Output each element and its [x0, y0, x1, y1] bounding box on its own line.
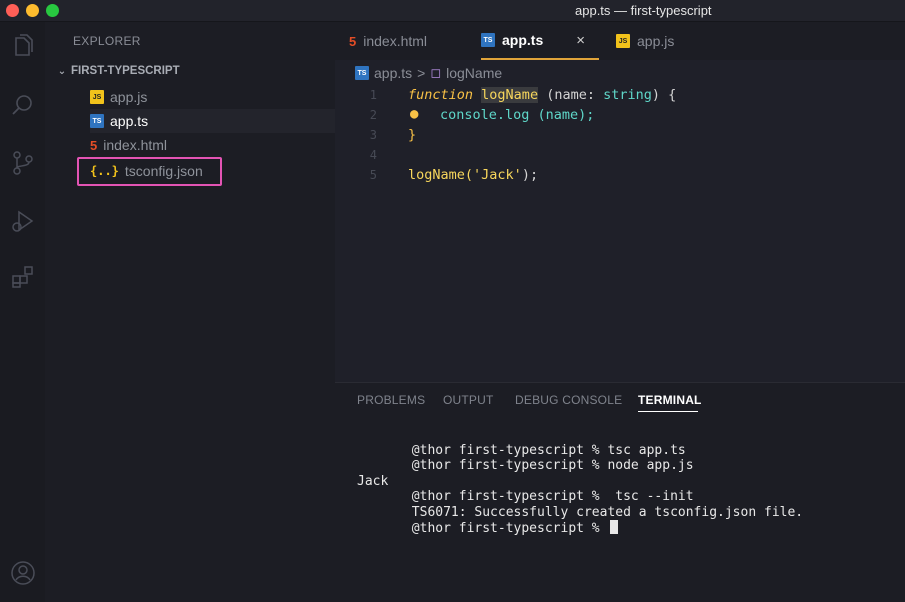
activity-bar	[0, 22, 45, 602]
editor-area: 5 index.html TS app.ts × JS app.js TS ap…	[335, 22, 905, 382]
editor-tabs: 5 index.html TS app.ts × JS app.js	[335, 22, 905, 60]
bottom-panel: PROBLEMS OUTPUT DEBUG CONSOLE TERMINAL @…	[335, 382, 905, 602]
symbol-method-icon: ◻	[430, 65, 442, 80]
code-line: 4	[335, 145, 905, 165]
terminal-line: @thor first-typescript % tsc app.ts	[357, 443, 686, 458]
tab-label: index.html	[363, 33, 428, 49]
highlight-annotation-box	[77, 157, 222, 186]
line-source: function logName (name: string) {	[408, 87, 677, 103]
tab-problems[interactable]: PROBLEMS	[357, 393, 425, 407]
folder-name: FIRST-TYPESCRIPT	[71, 65, 180, 77]
terminal-prompt-line: @thor first-typescript %	[357, 520, 619, 536]
code-line: 1 function logName (name: string) {	[335, 85, 905, 105]
run-debug-icon[interactable]	[10, 208, 36, 234]
tab-output[interactable]: OUTPUT	[443, 393, 494, 407]
terminal-cursor	[610, 520, 619, 534]
terminal-line: @thor first-typescript % node app.js	[357, 458, 694, 473]
minimize-window-button[interactable]	[26, 4, 39, 17]
account-icon[interactable]	[10, 560, 36, 586]
breadcrumb: TS app.ts > ◻ logName	[355, 65, 502, 81]
tab-label: app.ts	[502, 32, 544, 48]
ts-file-icon: TS	[481, 33, 495, 47]
line-source: console.log (name);	[440, 107, 595, 123]
line-number: 2	[369, 108, 377, 122]
file-index-html[interactable]: 5 index.html	[90, 133, 335, 157]
js-file-icon: JS	[90, 90, 104, 104]
file-name: app.ts	[110, 113, 149, 129]
file-app-ts[interactable]: TS app.ts	[90, 109, 335, 133]
terminal-line: TS6071: Successfully created a tsconfig.…	[357, 505, 804, 520]
search-icon[interactable]	[10, 92, 36, 118]
code-line: 2 ● console.log (name);	[335, 105, 905, 125]
tab-app-js[interactable]: JS app.js	[616, 22, 674, 60]
tab-terminal[interactable]: TERMINAL	[638, 393, 702, 407]
extensions-icon[interactable]	[10, 264, 36, 290]
line-number: 3	[369, 128, 377, 142]
terminal-line: @thor first-typescript % tsc --init	[357, 489, 694, 504]
terminal-prompt: @thor first-typescript %	[357, 521, 608, 536]
line-source: logName('Jack');	[408, 167, 539, 183]
active-tab-indicator	[638, 411, 698, 412]
code-line: 5 logName('Jack');	[335, 165, 905, 185]
code-line: 3 }	[335, 125, 905, 145]
terminal-line: Jack	[357, 474, 389, 489]
html-file-icon: 5	[349, 33, 357, 49]
line-number: 1	[369, 88, 377, 102]
files-icon[interactable]	[10, 32, 36, 58]
breadcrumb-separator: >	[417, 65, 426, 81]
title-bar: app.ts — first-typescript	[0, 0, 905, 22]
ts-file-icon: TS	[90, 114, 104, 128]
chevron-down-icon: ⌄	[57, 65, 67, 77]
js-file-icon: JS	[616, 34, 630, 48]
tab-label: app.js	[637, 33, 675, 49]
source-control-icon[interactable]	[10, 150, 36, 176]
tab-app-ts[interactable]: TS app.ts ×	[481, 22, 599, 60]
close-window-button[interactable]	[6, 4, 19, 17]
window-title: app.ts — first-typescript	[575, 3, 712, 18]
tab-index-html[interactable]: 5 index.html	[349, 22, 427, 60]
close-icon[interactable]: ×	[576, 32, 585, 49]
explorer-sidebar: EXPLORER ⌄ FIRST-TYPESCRIPT JS app.js TS…	[45, 22, 335, 602]
tab-debug-console[interactable]: DEBUG CONSOLE	[515, 393, 622, 407]
file-name: app.js	[110, 89, 148, 105]
file-name: index.html	[103, 137, 168, 153]
breadcrumb-file[interactable]: app.ts	[374, 65, 412, 81]
file-app-js[interactable]: JS app.js	[90, 85, 335, 109]
line-number: 5	[369, 168, 377, 182]
lightbulb-icon[interactable]: ●	[410, 106, 418, 122]
breadcrumb-symbol[interactable]: logName	[446, 65, 502, 81]
line-source: }	[408, 127, 417, 143]
explorer-title: EXPLORER	[73, 34, 141, 48]
ts-file-icon: TS	[355, 66, 369, 80]
html-file-icon: 5	[90, 137, 98, 153]
folder-first-typescript[interactable]: ⌄ FIRST-TYPESCRIPT	[57, 65, 180, 77]
maximize-window-button[interactable]	[46, 4, 59, 17]
line-number: 4	[369, 148, 377, 162]
